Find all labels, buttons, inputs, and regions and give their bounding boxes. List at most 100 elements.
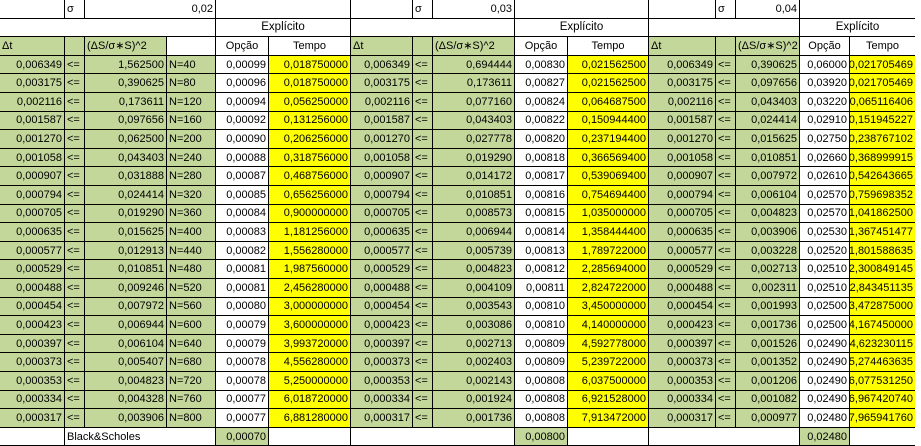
opcao-cell[interactable]: 0,00090	[216, 130, 269, 149]
ratio-cell[interactable]: 0,006944	[433, 223, 515, 242]
dt-cell[interactable]: 0,000353	[0, 372, 65, 391]
opcao-cell[interactable]: 0,02750	[800, 130, 850, 149]
tempo-cell[interactable]: 0,759698352	[850, 186, 915, 205]
opcao-cell[interactable]: 0,00811	[515, 279, 568, 298]
opcao-cell[interactable]: 0,00810	[515, 316, 568, 335]
tempo-cell[interactable]: 3,472875000	[850, 297, 915, 317]
le-cell[interactable]: <=	[413, 409, 433, 428]
ratio-cell[interactable]: 0,006944	[85, 316, 167, 335]
ratio-cell[interactable]: 0,010851	[433, 186, 515, 205]
opcao-cell[interactable]: 0,00081	[216, 279, 269, 298]
dt-cell[interactable]: 0,003175	[351, 74, 413, 93]
le-cell[interactable]: <=	[65, 334, 85, 354]
le-cell[interactable]: <=	[716, 241, 736, 261]
n-cell[interactable]: N=40	[167, 55, 216, 75]
n-cell[interactable]: N=440	[167, 241, 216, 261]
ratio-cell[interactable]: 0,004109	[433, 279, 515, 298]
ratio-cell[interactable]: 0,003906	[736, 223, 800, 242]
n-cell[interactable]: N=80	[167, 74, 216, 93]
opcao-cell[interactable]: 0,00099	[216, 55, 269, 75]
opcao-cell[interactable]: 0,00092	[216, 111, 269, 131]
dt-cell[interactable]: 0,000317	[649, 409, 716, 428]
dt-cell[interactable]: 0,000423	[351, 316, 413, 335]
opcao-cell[interactable]: 0,00816	[515, 186, 568, 205]
opcao-cell[interactable]: 0,00810	[515, 297, 568, 317]
ratio-cell[interactable]: 0,005739	[433, 241, 515, 261]
ratio-cell[interactable]: 0,007972	[736, 167, 800, 186]
le-cell[interactable]: <=	[65, 223, 85, 242]
opcao-cell[interactable]: 0,00815	[515, 204, 568, 224]
le-cell[interactable]: <=	[413, 93, 433, 112]
le-cell[interactable]: <=	[413, 390, 433, 410]
dt-cell[interactable]: 0,000373	[351, 353, 413, 372]
blank-cell[interactable]	[568, 427, 649, 446]
n-cell[interactable]: N=360	[167, 204, 216, 224]
blank-cell[interactable]	[351, 18, 515, 38]
le-cell[interactable]: <=	[716, 93, 736, 112]
blank-cell[interactable]	[216, 0, 351, 19]
col-header-dt[interactable]: Δt	[351, 37, 413, 56]
dt-cell[interactable]: 0,000794	[0, 186, 65, 205]
dt-cell[interactable]: 0,000397	[649, 334, 716, 354]
tempo-cell[interactable]: 5,239722000	[568, 353, 649, 372]
n-cell[interactable]: N=560	[167, 297, 216, 317]
n-cell[interactable]: N=680	[167, 353, 216, 372]
col-header-dt[interactable]: Δt	[649, 37, 716, 56]
le-cell[interactable]: <=	[716, 409, 736, 428]
le-cell[interactable]: <=	[65, 148, 85, 168]
ratio-cell[interactable]: 0,002311	[736, 279, 800, 298]
le-cell[interactable]: <=	[65, 279, 85, 298]
le-cell[interactable]: <=	[413, 111, 433, 131]
n-cell[interactable]: N=800	[167, 409, 216, 428]
tempo-cell[interactable]: 0,021705469	[850, 74, 915, 93]
dt-cell[interactable]: 0,000454	[649, 297, 716, 317]
le-cell[interactable]: <=	[716, 55, 736, 75]
le-cell[interactable]: <=	[413, 260, 433, 279]
tempo-cell[interactable]: 1,789722000	[568, 241, 649, 261]
ratio-cell[interactable]: 0,043403	[433, 111, 515, 131]
ratio-cell[interactable]: 0,019290	[85, 204, 167, 224]
dt-cell[interactable]: 0,000397	[0, 334, 65, 354]
ratio-cell[interactable]: 0,001736	[433, 409, 515, 428]
tempo-cell[interactable]: 2,285694000	[568, 260, 649, 279]
ratio-cell[interactable]: 0,015625	[736, 130, 800, 149]
tempo-cell[interactable]: 0,542643665	[850, 167, 915, 186]
tempo-cell[interactable]: 3,600000000	[269, 316, 351, 335]
opcao-cell[interactable]: 0,00083	[216, 223, 269, 242]
dt-cell[interactable]: 0,000397	[351, 334, 413, 354]
dt-cell[interactable]: 0,000334	[0, 390, 65, 410]
tempo-cell[interactable]: 4,140000000	[568, 316, 649, 335]
le-cell[interactable]: <=	[413, 297, 433, 317]
dt-cell[interactable]: 0,002116	[649, 93, 716, 112]
dt-cell[interactable]: 0,000705	[0, 204, 65, 224]
blank-cell[interactable]	[0, 427, 65, 446]
ratio-cell[interactable]: 0,014172	[433, 167, 515, 186]
tempo-cell[interactable]: 0,318756000	[269, 148, 351, 168]
n-cell[interactable]: N=200	[167, 130, 216, 149]
opcao-cell[interactable]: 0,00077	[216, 390, 269, 410]
col-header-ratio[interactable]: (ΔS/σ∗S)^2	[433, 37, 515, 56]
tempo-cell[interactable]: 7,965941760	[850, 409, 915, 428]
ratio-cell[interactable]: 0,004823	[736, 204, 800, 224]
opcao-cell[interactable]: 0,02510	[800, 260, 850, 279]
dt-cell[interactable]: 0,006349	[0, 55, 65, 75]
dt-cell[interactable]: 0,000635	[0, 223, 65, 242]
tempo-cell[interactable]: 0,468756000	[269, 167, 351, 186]
opcao-cell[interactable]: 0,02480	[800, 409, 850, 428]
n-cell[interactable]: N=760	[167, 390, 216, 410]
ratio-cell[interactable]: 0,001082	[736, 390, 800, 410]
le-cell[interactable]: <=	[65, 74, 85, 93]
n-cell[interactable]: N=640	[167, 334, 216, 354]
opcao-cell[interactable]: 0,00079	[216, 316, 269, 335]
dt-cell[interactable]: 0,002116	[351, 93, 413, 112]
ratio-cell[interactable]: 0,001736	[736, 316, 800, 335]
ratio-cell[interactable]: 0,006104	[736, 186, 800, 205]
opcao-cell[interactable]: 0,00809	[515, 334, 568, 354]
col-header-ratio[interactable]: (ΔS/σ∗S)^2	[736, 37, 800, 56]
ratio-cell[interactable]: 0,173611	[433, 74, 515, 93]
le-cell[interactable]: <=	[65, 130, 85, 149]
le-cell[interactable]: <=	[413, 148, 433, 168]
ratio-cell[interactable]: 0,043403	[85, 148, 167, 168]
col-header-le-blank[interactable]	[716, 37, 736, 56]
opcao-cell[interactable]: 0,02570	[800, 204, 850, 224]
